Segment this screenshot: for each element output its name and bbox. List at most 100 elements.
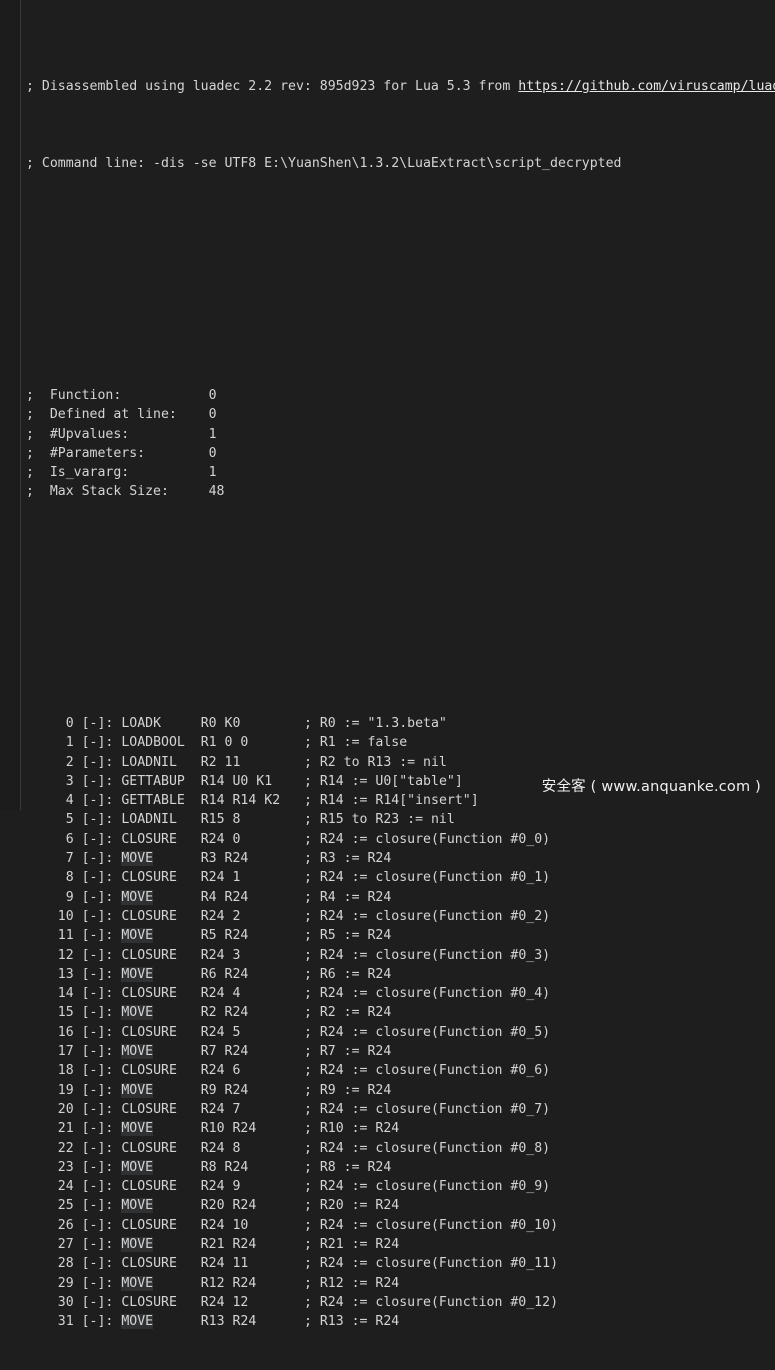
instruction-comment: ; R15 to R23 := nil [303, 812, 455, 828]
instruction-opcode: MOVE [121, 1314, 154, 1330]
instruction-args: R14 R14 K2 [200, 793, 281, 809]
instruction-index: 10 [26, 908, 74, 924]
function-meta-line: ; #Upvalues: 1 [26, 426, 217, 442]
instruction-args: R24 0 [200, 831, 241, 847]
instruction-opcode: CLOSURE [121, 908, 177, 924]
instruction-args: R24 2 [200, 908, 241, 924]
instruction-index: 30 [26, 1294, 74, 1310]
instruction-flag: [-]: [81, 1101, 114, 1117]
instruction-opcode: MOVE [121, 1159, 154, 1175]
instruction-row: 11 [-]: MOVE R5 R24 ; R5 := R24 [22, 926, 775, 945]
function-meta-line: ; #Parameters: 0 [26, 445, 217, 461]
instruction-comment: ; R5 := R24 [303, 928, 392, 944]
instruction-comment: ; R24 := closure(Function #0_1) [303, 870, 551, 886]
instruction-args: R1 0 0 [200, 735, 249, 751]
instruction-comment: ; R20 := R24 [303, 1198, 400, 1214]
instruction-comment: ; R24 := closure(Function #0_11) [303, 1256, 559, 1272]
instruction-opcode: MOVE [121, 851, 154, 867]
instruction-opcode: CLOSURE [121, 1217, 177, 1233]
instruction-row: 10 [-]: CLOSURE R24 2 ; R24 := closure(F… [22, 907, 775, 926]
instruction-opcode: MOVE [121, 1005, 154, 1021]
instruction-index: 26 [26, 1217, 74, 1233]
instruction-index: 31 [26, 1314, 74, 1330]
instruction-args: R8 R24 [200, 1159, 249, 1175]
instruction-opcode: LOADBOOL [121, 735, 185, 751]
instruction-opcode: MOVE [121, 966, 154, 982]
instruction-args: R0 K0 [200, 715, 241, 731]
instruction-row: 16 [-]: CLOSURE R24 5 ; R24 := closure(F… [22, 1023, 775, 1042]
function-meta-line: ; Is_vararg: 1 [26, 465, 217, 481]
instruction-index: 4 [26, 793, 74, 809]
instruction-flag: [-]: [81, 1314, 114, 1330]
instruction-args: R20 R24 [200, 1198, 257, 1214]
instruction-flag: [-]: [81, 1024, 114, 1040]
instruction-flag: [-]: [81, 773, 114, 789]
instruction-args: R24 6 [200, 1063, 241, 1079]
instruction-index: 18 [26, 1063, 74, 1079]
instruction-index: 16 [26, 1024, 74, 1040]
instruction-index: 21 [26, 1121, 74, 1137]
instruction-opcode: MOVE [121, 1044, 154, 1060]
instruction-opcode: GETTABLE [121, 793, 185, 809]
instruction-comment: ; R7 := R24 [303, 1044, 392, 1060]
instruction-comment: ; R12 := R24 [303, 1275, 400, 1291]
instruction-row: 29 [-]: MOVE R12 R24 ; R12 := R24 [22, 1274, 775, 1293]
instruction-row: 19 [-]: MOVE R9 R24 ; R9 := R24 [22, 1081, 775, 1100]
instruction-args: R24 11 [200, 1256, 249, 1272]
instruction-flag: [-]: [81, 715, 114, 731]
instruction-args: R13 R24 [200, 1314, 257, 1330]
banner-line-disassembler: ; Disassembled using luadec 2.2 rev: 895… [22, 77, 775, 96]
instruction-row: 1 [-]: LOADBOOL R1 0 0 ; R1 := false [22, 733, 775, 752]
instruction-index: 12 [26, 947, 74, 963]
instruction-row: 23 [-]: MOVE R8 R24 ; R8 := R24 [22, 1158, 775, 1177]
instruction-index: 3 [26, 773, 74, 789]
instruction-opcode: CLOSURE [121, 1294, 177, 1310]
function-meta-line: ; Max Stack Size: 48 [26, 484, 225, 500]
instruction-index: 19 [26, 1082, 74, 1098]
instruction-comment: ; R2 := R24 [303, 1005, 392, 1021]
instruction-row: 8 [-]: CLOSURE R24 1 ; R24 := closure(Fu… [22, 868, 775, 887]
instruction-args: R24 8 [200, 1140, 241, 1156]
instruction-comment: ; R6 := R24 [303, 966, 392, 982]
instruction-index: 5 [26, 812, 74, 828]
instruction-opcode: MOVE [121, 1121, 154, 1137]
instruction-flag: [-]: [81, 1044, 114, 1060]
instruction-index: 27 [26, 1237, 74, 1252]
instruction-row: 26 [-]: CLOSURE R24 10 ; R24 := closure(… [22, 1216, 775, 1235]
instruction-index: 0 [26, 715, 74, 731]
instruction-opcode: MOVE [121, 889, 154, 905]
instruction-flag: [-]: [81, 1294, 114, 1310]
instruction-args: R14 U0 K1 [200, 773, 273, 789]
instruction-index: 29 [26, 1275, 74, 1291]
instruction-comment: ; R24 := closure(Function #0_0) [303, 831, 551, 847]
instruction-flag: [-]: [81, 735, 114, 751]
instruction-comment: ; R14 := U0["table"] [303, 773, 463, 789]
instruction-flag: [-]: [81, 966, 114, 982]
instruction-row: 6 [-]: CLOSURE R24 0 ; R24 := closure(Fu… [22, 830, 775, 849]
instruction-comment: ; R24 := closure(Function #0_8) [303, 1140, 551, 1156]
instruction-opcode: MOVE [121, 1198, 154, 1214]
instruction-opcode: CLOSURE [121, 1140, 177, 1156]
instruction-row: 21 [-]: MOVE R10 R24 ; R10 := R24 [22, 1119, 775, 1138]
instruction-opcode: CLOSURE [121, 870, 177, 886]
instruction-opcode: CLOSURE [121, 1101, 177, 1117]
luadec-repo-link[interactable]: https://github.com/viruscamp/luadec [518, 79, 775, 94]
instruction-index: 14 [26, 986, 74, 1002]
instruction-index: 8 [26, 870, 74, 886]
instruction-index: 28 [26, 1256, 74, 1272]
instruction-row: 22 [-]: CLOSURE R24 8 ; R24 := closure(F… [22, 1139, 775, 1158]
instruction-flag: [-]: [81, 1217, 114, 1233]
instruction-index: 20 [26, 1101, 74, 1117]
instruction-args: R24 10 [200, 1217, 249, 1233]
instruction-comment: ; R2 to R13 := nil [303, 754, 447, 770]
instruction-comment: ; R4 := R24 [303, 889, 392, 905]
instruction-index: 11 [26, 928, 74, 944]
instruction-args: R9 R24 [200, 1082, 249, 1098]
instruction-comment: ; R24 := closure(Function #0_3) [303, 947, 551, 963]
instruction-comment: ; R10 := R24 [303, 1121, 400, 1137]
instruction-comment: ; R13 := R24 [303, 1314, 400, 1330]
instruction-args: R24 9 [200, 1179, 241, 1195]
instruction-index: 25 [26, 1198, 74, 1214]
instruction-flag: [-]: [81, 908, 114, 924]
